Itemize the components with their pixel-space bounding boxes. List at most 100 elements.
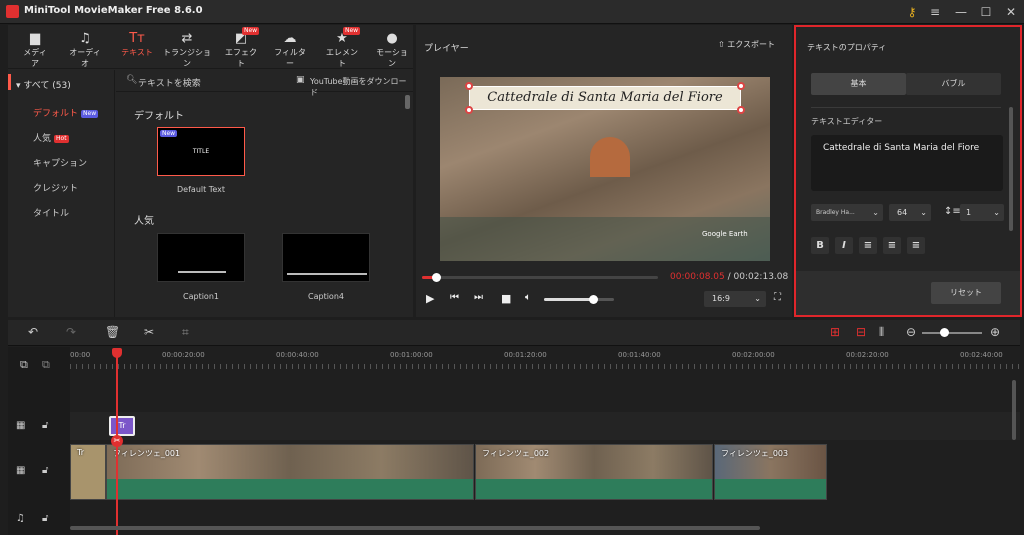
line-spacing-select[interactable]: 1 ⌄ <box>960 204 1004 221</box>
category-default[interactable]: デフォルト New <box>33 106 99 119</box>
resize-handle[interactable] <box>465 82 473 90</box>
tab-text[interactable]: Tт テキスト <box>120 31 154 58</box>
category-caption[interactable]: キャプション <box>33 156 87 169</box>
reset-button[interactable]: リセット <box>931 282 1001 304</box>
tab-filter[interactable]: ☁ フィルター <box>272 31 308 69</box>
video-preview[interactable]: Cattedrale di Santa Maria del Fiore Goog… <box>440 77 770 261</box>
export-button[interactable]: ⇧ エクスポート <box>718 39 775 50</box>
stop-button[interactable]: ■ <box>501 292 511 305</box>
text-editor-field[interactable]: Cattedrale di Santa Maria del Fiore <box>811 135 1003 191</box>
youtube-icon: ▣ <box>296 75 305 85</box>
resize-handle[interactable] <box>737 82 745 90</box>
volume-icon[interactable]: 🔈︎ <box>525 292 531 303</box>
prev-frame-button[interactable]: ⏮ <box>450 292 459 303</box>
zoom-handle[interactable] <box>940 328 949 337</box>
title-clip[interactable]: Tr <box>70 444 106 500</box>
close-button[interactable]: ✕ <box>1002 3 1020 21</box>
search-input[interactable]: テキストを検索 <box>138 76 201 89</box>
video-clip-2[interactable]: フィレンツェ_002 <box>475 444 713 500</box>
menu-icon[interactable]: ≡ <box>926 3 944 21</box>
zoom-in-icon[interactable]: ⊕ <box>990 325 1000 339</box>
category-credit[interactable]: クレジット <box>33 181 78 194</box>
split-scissors-icon[interactable]: ✂ <box>144 325 154 339</box>
chevron-down-icon: ⌄ <box>872 208 879 217</box>
split-scissors-icon[interactable]: ✂ <box>111 435 123 447</box>
tab-bubble[interactable]: バブル <box>906 73 1001 95</box>
tab-element[interactable]: New ★ エレメント <box>323 27 361 69</box>
timeline-scrollbar[interactable] <box>70 526 760 530</box>
cut-track-icon[interactable]: ⊟ <box>856 325 866 339</box>
export-icon: ⇧ <box>718 40 725 49</box>
library-scrollbar[interactable] <box>405 95 410 109</box>
key-icon[interactable]: ⚷ <box>903 3 921 21</box>
caption4-label: Caption4 <box>308 292 344 301</box>
section-default-title: デフォルト <box>134 111 184 122</box>
search-icon: 🔍︎ <box>126 75 138 85</box>
minimize-button[interactable]: — <box>952 3 970 21</box>
text-editor-label: テキストエディター <box>811 117 883 126</box>
italic-button[interactable]: I <box>835 237 853 254</box>
redo-icon[interactable]: ↷ <box>66 325 76 339</box>
resize-handle[interactable] <box>465 106 473 114</box>
volume-slider[interactable] <box>544 295 614 304</box>
snap-icon[interactable]: ⫴ <box>879 325 884 340</box>
aspect-select[interactable]: 16:9 ⌄ <box>704 291 766 307</box>
filter-cloud-icon: ☁ <box>283 31 297 46</box>
fullscreen-icon[interactable]: ⛶ <box>774 292 781 303</box>
play-button[interactable]: ▶ <box>426 292 434 305</box>
line-spacing-icon: ↕≡ <box>944 206 961 217</box>
tab-audio[interactable]: ♫ オーディオ <box>66 31 104 69</box>
new-badge: New <box>242 27 260 35</box>
tab-motion[interactable]: ● モーション <box>374 31 410 69</box>
youtube-download-link[interactable]: YouTube動画をダウンロード <box>310 76 413 98</box>
playhead-handle[interactable] <box>112 348 122 358</box>
bold-button[interactable]: B <box>811 237 829 254</box>
lock-icon[interactable]: 🔓︎ <box>42 420 48 431</box>
align-left-icon[interactable]: ≡ <box>859 237 877 254</box>
library-panel: ▆ メディア ♫ オーディオ Tт テキスト ⇄ トランジション New ◩ エフェクト ☁… <box>8 25 413 317</box>
maximize-button[interactable]: ☐ <box>977 3 995 21</box>
next-frame-button[interactable]: ⏭ <box>474 292 483 303</box>
volume-handle[interactable] <box>589 295 598 304</box>
undo-icon[interactable]: ↶ <box>28 325 38 339</box>
detach-audio-icon[interactable]: ⊞ <box>830 325 840 339</box>
font-select[interactable]: Bradley Ha... ⌄ <box>811 204 883 221</box>
lock-icon[interactable]: 🔓︎ <box>42 465 48 476</box>
delete-icon[interactable]: 🗑︎ <box>105 325 120 339</box>
category-all[interactable]: ▾ すべて (53) <box>16 78 71 91</box>
add-track-icon[interactable]: ⧉ <box>20 358 28 372</box>
active-indicator <box>8 74 11 90</box>
tab-media[interactable]: ▆ メディア <box>20 31 50 69</box>
caption1-thumb[interactable] <box>157 233 245 282</box>
music-note-icon: ♫ <box>79 31 91 46</box>
video-clip-3[interactable]: フィレンツェ_003 <box>714 444 827 500</box>
default-text-thumb[interactable]: New TITLE <box>157 127 245 176</box>
lock-icon[interactable]: 🔓︎ <box>42 513 48 524</box>
align-center-icon[interactable]: ≡ <box>883 237 901 254</box>
title-overlay[interactable]: Cattedrale di Santa Maria del Fiore <box>469 86 741 110</box>
video-clip-1[interactable]: フィレンツェ_001 <box>106 444 474 500</box>
tab-basic[interactable]: 基本 <box>811 73 906 95</box>
align-right-icon[interactable]: ≡ <box>907 237 925 254</box>
crop-icon[interactable]: ⌗ <box>182 325 189 340</box>
progress-handle[interactable] <box>432 273 442 282</box>
props-scrollbar[interactable] <box>1009 107 1013 231</box>
category-popular[interactable]: 人気 Hot <box>33 131 69 144</box>
zoom-slider[interactable] <box>922 332 982 334</box>
copy-track-icon[interactable]: ⧉ <box>42 358 50 372</box>
text-clip[interactable]: Tr <box>109 416 135 436</box>
main-toolbar: ▆ メディア ♫ オーディオ Tт テキスト ⇄ トランジション New ◩ エフェクト ☁… <box>8 25 413 69</box>
tab-effect[interactable]: New ◩ エフェクト <box>222 27 260 69</box>
track-headers <box>8 347 70 535</box>
tab-transition[interactable]: ⇄ トランジション <box>163 31 211 69</box>
caption4-thumb[interactable] <box>282 233 370 282</box>
resize-handle[interactable] <box>737 106 745 114</box>
font-size-select[interactable]: 64 ⌄ <box>889 204 931 221</box>
player-title: プレイヤー <box>424 44 469 54</box>
progress-bar[interactable] <box>422 273 658 282</box>
caption1-label: Caption1 <box>183 292 219 301</box>
timeline-vscrollbar[interactable] <box>1012 380 1016 440</box>
category-title[interactable]: タイトル <box>33 206 69 219</box>
zoom-out-icon[interactable]: ⊖ <box>906 325 916 339</box>
time-ruler[interactable]: 00:00 00:00:20:00 00:00:40:00 00:01:00:0… <box>70 347 1020 369</box>
